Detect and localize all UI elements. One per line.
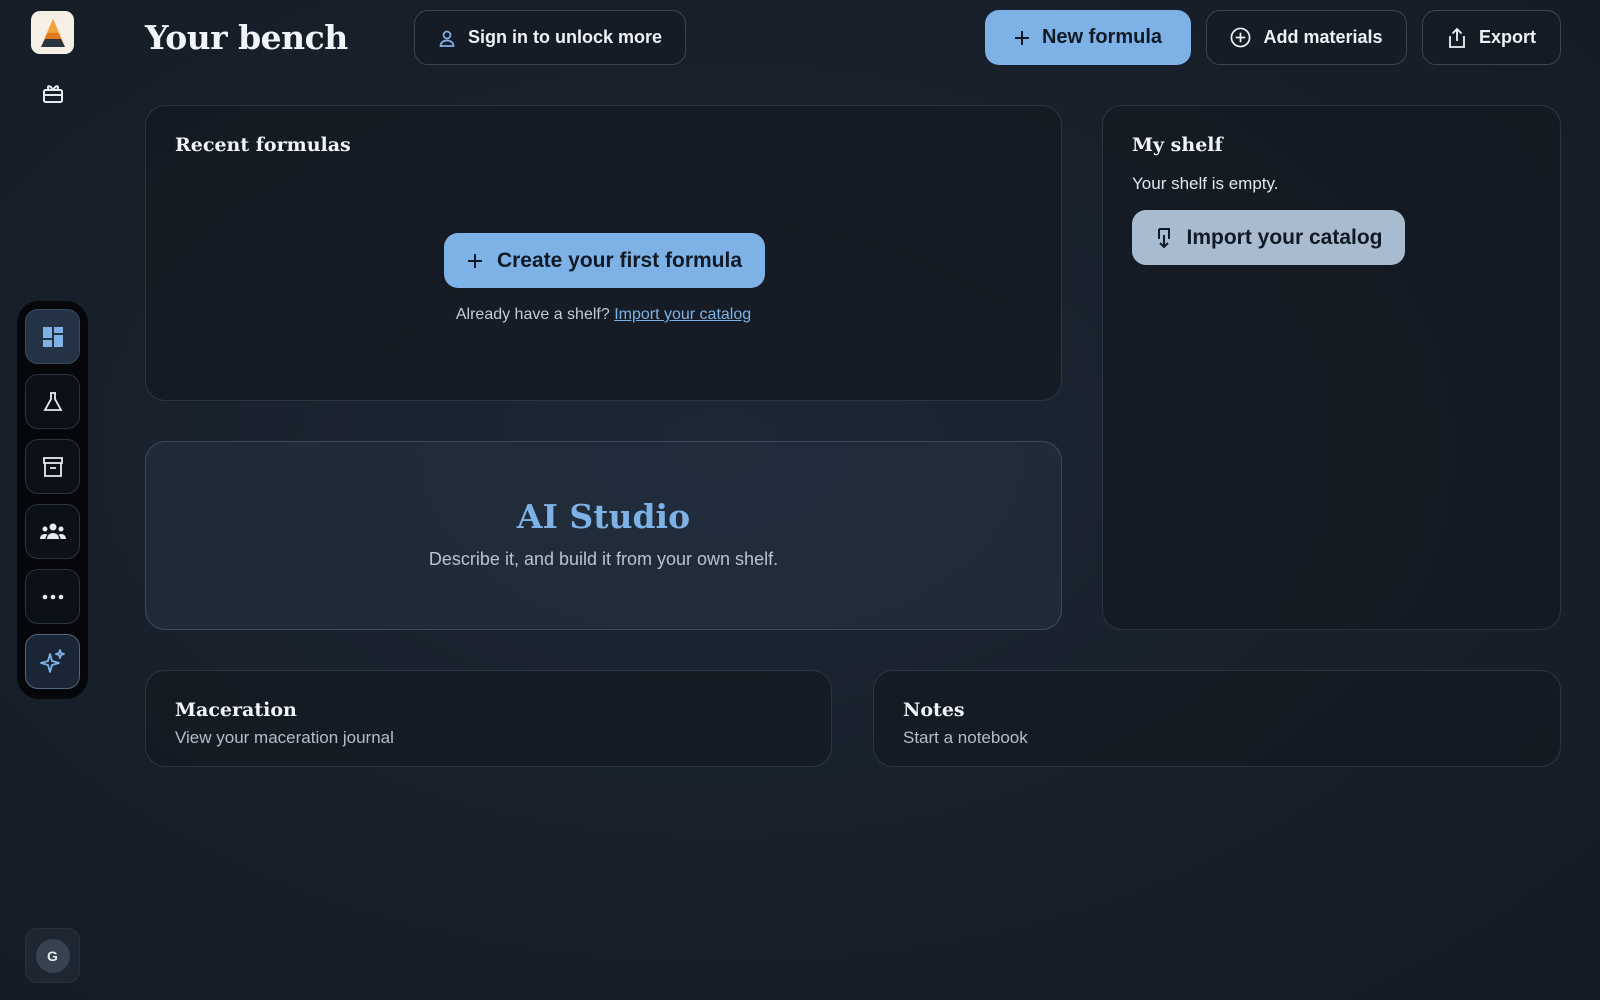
notes-title: Notes bbox=[903, 699, 965, 721]
import-catalog-button[interactable]: Import your catalog bbox=[1132, 210, 1405, 265]
maceration-subtitle: View your maceration journal bbox=[175, 728, 394, 747]
create-first-formula-button[interactable]: Create your first formula bbox=[444, 233, 765, 288]
plus-circle-icon bbox=[1231, 27, 1251, 48]
import-icon bbox=[1158, 227, 1171, 248]
maceration-card[interactable]: Maceration View your maceration journal bbox=[145, 670, 832, 767]
rail-item-dashboard[interactable] bbox=[25, 309, 80, 364]
gift-icon bbox=[43, 85, 63, 103]
sign-in-button[interactable]: Sign in to unlock more bbox=[414, 10, 686, 65]
sign-in-label: Sign in to unlock more bbox=[467, 27, 662, 47]
community-icon bbox=[39, 523, 66, 539]
export-button[interactable]: Export bbox=[1422, 10, 1561, 65]
sparkles-icon bbox=[39, 648, 65, 673]
notes-subtitle: Start a notebook bbox=[903, 728, 1028, 747]
ai-studio-title: AI Studio bbox=[516, 497, 691, 536]
rail-item-more[interactable] bbox=[25, 569, 80, 624]
gift-button[interactable] bbox=[40, 80, 66, 106]
share-export-icon bbox=[1449, 27, 1465, 48]
page-title: Your bench bbox=[145, 18, 348, 57]
my-shelf-card: My shelf Your shelf is empty. Import you… bbox=[1102, 105, 1561, 630]
more-icon bbox=[42, 594, 63, 599]
import-catalog-link[interactable]: Import your catalog bbox=[614, 306, 751, 323]
import-hint: Already have a shelf? Import your catalo… bbox=[146, 306, 1061, 324]
user-icon bbox=[439, 30, 455, 47]
maceration-title: Maceration bbox=[175, 699, 297, 721]
import-catalog-label: Import your catalog bbox=[1186, 225, 1383, 249]
rail-item-formulas[interactable] bbox=[25, 374, 80, 429]
add-materials-label: Add materials bbox=[1263, 27, 1383, 47]
add-materials-button[interactable]: Add materials bbox=[1206, 10, 1407, 65]
ai-studio-subtitle: Describe it, and build it from your own … bbox=[428, 549, 779, 569]
create-first-formula-label: Create your first formula bbox=[496, 248, 743, 272]
account-button[interactable]: G bbox=[25, 928, 80, 983]
rail-item-community[interactable] bbox=[25, 504, 80, 559]
recent-formulas-title: Recent formulas bbox=[175, 134, 351, 156]
export-label: Export bbox=[1478, 27, 1536, 47]
rail-item-archive[interactable] bbox=[25, 439, 80, 494]
my-shelf-title: My shelf bbox=[1132, 134, 1223, 156]
dashboard-icon bbox=[42, 326, 63, 347]
avatar: G bbox=[35, 938, 70, 973]
recent-formulas-card: Recent formulas Create your first formul… bbox=[145, 105, 1062, 401]
rail-item-ai[interactable] bbox=[25, 634, 80, 689]
plus-icon bbox=[467, 253, 482, 268]
notes-card[interactable]: Notes Start a notebook bbox=[873, 670, 1561, 767]
app-logo[interactable] bbox=[31, 11, 74, 54]
flask-icon bbox=[42, 391, 63, 411]
plus-icon bbox=[1014, 30, 1029, 45]
ai-studio-card[interactable]: AI Studio Describe it, and build it from… bbox=[145, 441, 1062, 630]
archive-box-icon bbox=[42, 456, 63, 477]
sidebar-rail bbox=[17, 301, 88, 699]
import-hint-text: Already have a shelf? bbox=[455, 306, 610, 323]
new-formula-label: New formula bbox=[1041, 26, 1163, 48]
pyramid-logo-icon bbox=[40, 18, 65, 47]
shelf-empty-text: Your shelf is empty. bbox=[1132, 174, 1279, 193]
new-formula-button[interactable]: New formula bbox=[985, 10, 1191, 65]
